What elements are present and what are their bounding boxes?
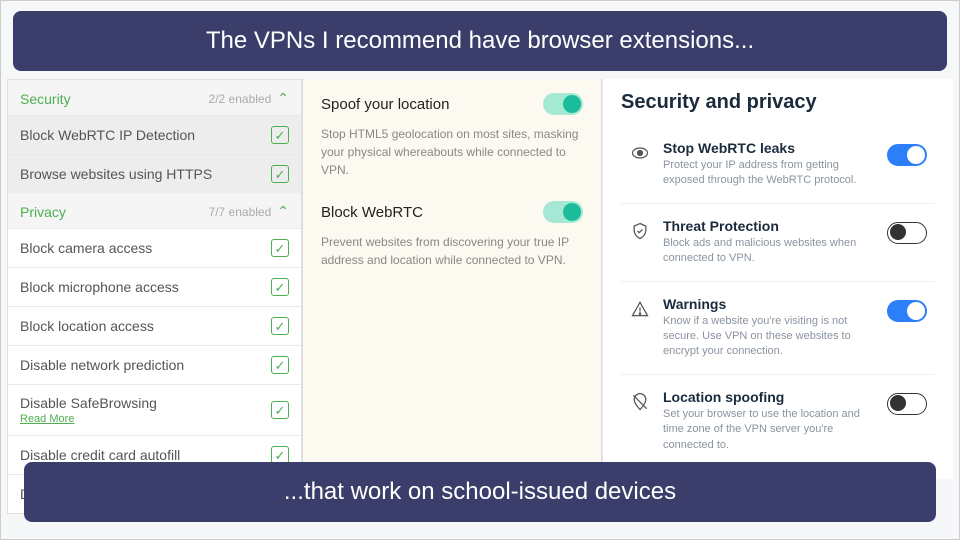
section-privacy-header[interactable]: Privacy 7/7 enabled ⌃	[8, 193, 301, 228]
item-location-spoofing: Location spoofing Set your browser to us…	[621, 375, 935, 467]
option-label: Browse websites using HTTPS	[20, 166, 212, 182]
item-label: Stop WebRTC leaks	[663, 140, 875, 156]
shield-icon	[629, 220, 651, 242]
option-disable-network-prediction[interactable]: Disable network prediction	[8, 345, 301, 384]
option-label: Disable network prediction	[20, 357, 184, 373]
warning-icon	[629, 298, 651, 320]
option-label: Block WebRTC IP Detection	[20, 127, 195, 143]
item-label: Location spoofing	[663, 389, 875, 405]
checkbox-icon[interactable]	[271, 126, 289, 144]
chevron-up-icon: ⌃	[277, 203, 289, 220]
toggle-warnings[interactable]	[887, 300, 927, 322]
toggle-threat-protection[interactable]	[887, 222, 927, 244]
checkbox-icon[interactable]	[271, 278, 289, 296]
option-block-location[interactable]: Block location access	[8, 306, 301, 345]
option-browse-https[interactable]: Browse websites using HTTPS	[8, 154, 301, 193]
item-desc: Set your browser to use the location and…	[663, 407, 875, 453]
item-label: Warnings	[663, 296, 875, 312]
settings-panel-left: Security 2/2 enabled ⌃ Block WebRTC IP D…	[7, 79, 302, 514]
toggle-block-webrtc[interactable]	[543, 201, 583, 223]
section-security-title: Security	[20, 91, 71, 107]
block-webrtc-title: Block WebRTC	[321, 204, 423, 221]
item-stop-webrtc-leaks: Stop WebRTC leaks Protect your IP addres…	[621, 126, 935, 204]
toggle-stop-webrtc-leaks[interactable]	[887, 144, 927, 166]
banner-bottom: ...that work on school-issued devices	[24, 462, 936, 522]
option-label: Block location access	[20, 318, 154, 334]
option-label: Block microphone access	[20, 279, 179, 295]
item-desc: Protect your IP address from getting exp…	[663, 158, 875, 189]
option-block-camera[interactable]: Block camera access	[8, 228, 301, 267]
option-block-webrtc-detection[interactable]: Block WebRTC IP Detection	[8, 115, 301, 154]
settings-panel-middle: Spoof your location Stop HTML5 geolocati…	[302, 79, 602, 479]
item-threat-protection: Threat Protection Block ads and maliciou…	[621, 204, 935, 282]
checkbox-icon[interactable]	[271, 356, 289, 374]
item-desc: Know if a website you're visiting is not…	[663, 314, 875, 360]
option-block-microphone[interactable]: Block microphone access	[8, 267, 301, 306]
toggle-location-spoofing[interactable]	[887, 393, 927, 415]
chevron-up-icon: ⌃	[277, 90, 289, 107]
security-privacy-title: Security and privacy	[621, 91, 935, 114]
spoof-location-title: Spoof your location	[321, 96, 449, 113]
checkbox-icon[interactable]	[271, 165, 289, 183]
location-off-icon	[629, 391, 651, 413]
section-privacy-title: Privacy	[20, 204, 66, 220]
checkbox-icon[interactable]	[271, 317, 289, 335]
settings-panel-right: Security and privacy Stop WebRTC leaks P…	[602, 79, 953, 479]
checkbox-icon[interactable]	[271, 239, 289, 257]
section-security-count: 2/2 enabled	[209, 92, 272, 106]
item-desc: Block ads and malicious websites when co…	[663, 236, 875, 267]
item-label: Threat Protection	[663, 218, 875, 234]
section-privacy-count: 7/7 enabled	[209, 205, 272, 219]
readmore-link[interactable]: Read More	[20, 413, 157, 425]
item-warnings: Warnings Know if a website you're visiti…	[621, 282, 935, 375]
banner-top: The VPNs I recommend have browser extens…	[13, 11, 947, 71]
checkbox-icon[interactable]	[271, 401, 289, 419]
section-security-header[interactable]: Security 2/2 enabled ⌃	[8, 80, 301, 115]
option-label: Disable SafeBrowsing Read More	[20, 395, 157, 425]
option-disable-safebrowsing[interactable]: Disable SafeBrowsing Read More	[8, 384, 301, 435]
toggle-spoof-location[interactable]	[543, 93, 583, 115]
option-label: Disable credit card autofill	[20, 447, 180, 463]
option-label: Block camera access	[20, 240, 152, 256]
spoof-location-desc: Stop HTML5 geolocation on most sites, ma…	[321, 125, 583, 179]
block-webrtc-desc: Prevent websites from discovering your t…	[321, 233, 583, 269]
eye-icon	[629, 142, 651, 164]
